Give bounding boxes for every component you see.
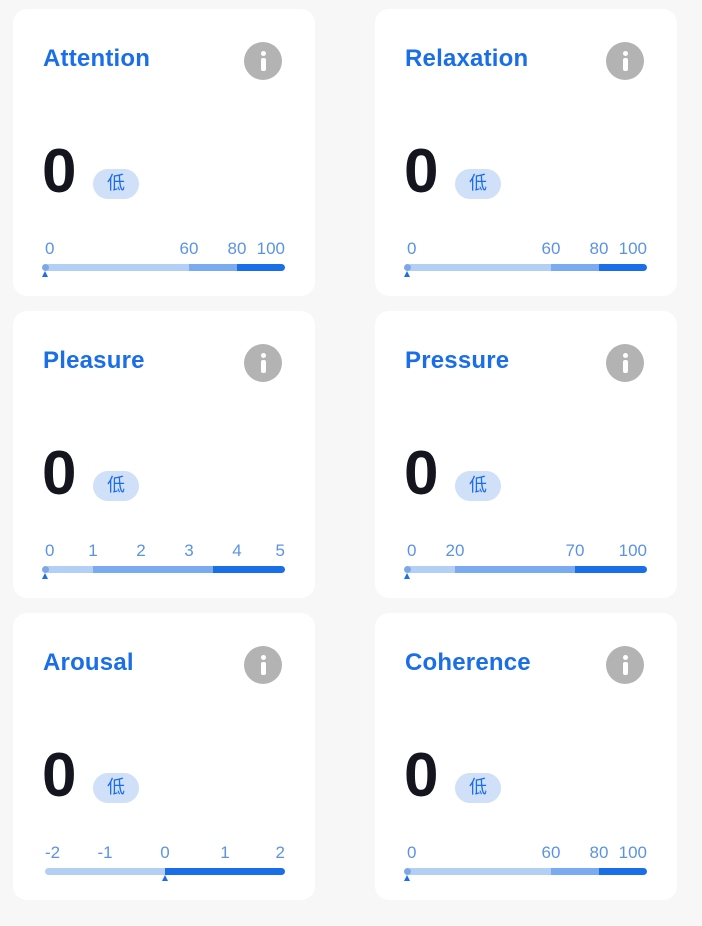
info-icon[interactable] (606, 42, 644, 80)
scale-ticks: 0 20 70 100 (407, 541, 647, 561)
scale-tick-label: 80 (589, 843, 609, 862)
level-badge: 低 (455, 471, 501, 501)
info-icon[interactable] (244, 646, 282, 684)
scale-tick-label: 20 (445, 541, 465, 560)
scale-segment (45, 868, 165, 875)
metric-value: 0 (42, 741, 77, 810)
scale-tick-label: 0 (407, 239, 417, 258)
scale-tick-label: 0 (160, 843, 170, 862)
metric-card-pressure: Pressure 0 低 0 20 70 100 (375, 311, 677, 598)
scale-tick-label: 70 (565, 541, 585, 560)
scale-segment (189, 264, 237, 271)
scale-tick-label: 100 (256, 239, 285, 258)
scale-tick-label: 60 (541, 239, 561, 258)
scale-ticks: 0 60 80 100 (45, 239, 285, 259)
metric-card-attention: Attention 0 低 0 60 80 100 (13, 9, 315, 296)
scale-ticks: -2 -1 0 1 2 (45, 843, 285, 863)
level-badge: 低 (93, 169, 139, 199)
scale-ticks: 0 1 2 3 4 5 (45, 541, 285, 561)
scale-bar (407, 264, 647, 271)
scale-segment (93, 566, 213, 573)
card-title: Relaxation (405, 45, 529, 72)
scale-tick-label: 60 (541, 843, 561, 862)
info-icon[interactable] (606, 646, 644, 684)
info-icon[interactable] (606, 344, 644, 382)
scale-ticks: 0 60 80 100 (407, 239, 647, 259)
value-pointer-icon (403, 271, 410, 277)
card-title: Attention (43, 45, 151, 72)
value-pointer-icon (41, 271, 48, 277)
scale-segment (407, 264, 551, 271)
scale-start-dot (41, 566, 49, 573)
value-pointer-icon (161, 875, 168, 881)
scale-segment (455, 566, 575, 573)
scale-tick-label: 4 (232, 541, 242, 560)
level-badge: 低 (93, 471, 139, 501)
value-pointer-icon (403, 875, 410, 881)
scale-segment (165, 868, 285, 875)
scale-segment (213, 566, 285, 573)
scale-start-dot (403, 868, 411, 875)
scale-tick-label: 100 (618, 843, 647, 862)
value-pointer-icon (41, 573, 48, 579)
scale-tick-label: 0 (407, 843, 417, 862)
metric-value: 0 (42, 439, 77, 508)
scale-start-dot (403, 264, 411, 271)
scale-tick-label: -1 (97, 843, 113, 862)
level-badge: 低 (455, 773, 501, 803)
scale-ticks: 0 60 80 100 (407, 843, 647, 863)
metric-value: 0 (404, 439, 439, 508)
scale-tick-label: 1 (88, 541, 98, 560)
metric-value: 0 (404, 137, 439, 206)
info-icon[interactable] (244, 42, 282, 80)
metric-card-coherence: Coherence 0 低 0 60 80 100 (375, 613, 677, 900)
scale-segment (599, 868, 647, 875)
scale-tick-label: 100 (618, 239, 647, 258)
scale-bar (45, 566, 285, 573)
card-title: Pressure (405, 347, 510, 374)
scale-segment (237, 264, 285, 271)
scale-tick-label: 100 (618, 541, 647, 560)
scale-tick-label: 2 (275, 843, 285, 862)
scale-tick-label: 0 (45, 239, 55, 258)
scale-tick-label: 1 (220, 843, 230, 862)
scale-segment (575, 566, 647, 573)
scale-bar (45, 868, 285, 875)
metric-card-pleasure: Pleasure 0 低 0 1 2 3 4 5 (13, 311, 315, 598)
scale-tick-label: 2 (136, 541, 146, 560)
scale-segment (45, 264, 189, 271)
scale-segment (45, 566, 93, 573)
card-title: Coherence (405, 649, 531, 676)
level-badge: 低 (455, 169, 501, 199)
scale-bar (407, 868, 647, 875)
scale-segment (551, 868, 599, 875)
scale-tick-label: 0 (407, 541, 417, 560)
scale-bar (45, 264, 285, 271)
scale-start-dot (41, 264, 49, 271)
metric-value: 0 (404, 741, 439, 810)
scale-tick-label: 60 (179, 239, 199, 258)
scale-tick-label: 80 (227, 239, 247, 258)
level-badge: 低 (93, 773, 139, 803)
metric-value: 0 (42, 137, 77, 206)
scale-segment (599, 264, 647, 271)
info-icon[interactable] (244, 344, 282, 382)
scale-tick-label: 80 (589, 239, 609, 258)
scale-tick-label: 3 (184, 541, 194, 560)
metric-card-arousal: Arousal 0 低 -2 -1 0 1 2 (13, 613, 315, 900)
value-pointer-icon (403, 573, 410, 579)
scale-segment (407, 868, 551, 875)
scale-segment (551, 264, 599, 271)
card-title: Arousal (43, 649, 134, 676)
scale-tick-label: 0 (45, 541, 55, 560)
metrics-grid: Attention 0 低 0 60 80 100 Relaxation 0 低 06… (0, 0, 702, 926)
scale-segment (407, 566, 455, 573)
card-title: Pleasure (43, 347, 145, 374)
metric-card-relaxation: Relaxation 0 低 0 60 80 100 (375, 9, 677, 296)
scale-tick-label: -2 (45, 843, 61, 862)
scale-bar (407, 566, 647, 573)
scale-tick-label: 5 (275, 541, 285, 560)
scale-start-dot (403, 566, 411, 573)
